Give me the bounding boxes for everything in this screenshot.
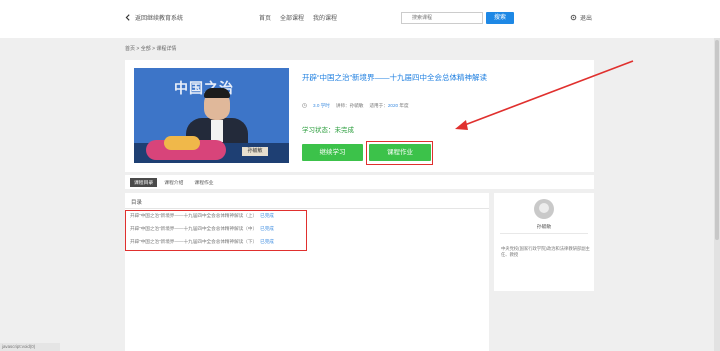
tab-homework[interactable]: 课程作业 [190, 178, 217, 187]
year-suffix: 年度 [399, 103, 409, 108]
breadcrumb[interactable]: 首页 > 全部 > 课程详情 [125, 45, 176, 52]
main-nav: 首页 全部课程 我的课程 [259, 13, 337, 22]
nav-all-courses[interactable]: 全部课程 [280, 13, 304, 22]
teacher-divider [500, 233, 588, 234]
teacher-label: 讲师： [335, 103, 350, 108]
course-meta: 3.0 学时 讲师：孙毓敏 适用于：2020 年度 [302, 103, 409, 109]
teacher-description: 中央党校(国家行政学院)政治和法律教研部副主任、教授 [501, 246, 590, 257]
learning-status: 学习状态：未完成 [302, 127, 354, 134]
course-hours: 3.0 学时 [313, 103, 330, 108]
course-title: 开辟“中国之治”新境界——十九届四中全会总体精神解读 [302, 73, 487, 82]
course-tabs: 课程目录 课程介绍 课程作业 [125, 175, 594, 189]
nav-home[interactable]: 首页 [259, 13, 271, 22]
teacher-card: 孙毓敏 中央党校(国家行政学院)政治和法律教研部副主任、教授 [494, 193, 594, 291]
top-bar [0, 0, 720, 38]
nameplate: 孙毓敏 [242, 147, 268, 156]
tab-intro[interactable]: 课程介绍 [160, 178, 187, 187]
lesson-list-highlight-box [125, 210, 307, 251]
scrollbar-thumb[interactable] [715, 40, 719, 240]
course-thumbnail[interactable]: 中国之治 孙毓敏 [134, 68, 289, 163]
teacher-name: 孙毓敏 [349, 103, 364, 108]
year-value: 2020 [387, 103, 399, 108]
lecturer-shirt [211, 120, 223, 142]
catalog-title: 目录 [131, 200, 143, 206]
search-button[interactable]: 搜索 [486, 12, 514, 24]
back-icon [125, 14, 132, 21]
continue-learning-button[interactable]: 继续学习 [302, 144, 363, 161]
gear-icon [570, 14, 577, 21]
tab-catalog[interactable]: 课程目录 [130, 177, 158, 187]
catalog-divider [125, 208, 489, 209]
brand-label: 返回继续教育系统 [135, 16, 184, 22]
nav-my-courses[interactable]: 我的课程 [313, 13, 337, 22]
clock-icon [302, 103, 307, 109]
logout-button[interactable]: 退出 [570, 13, 592, 22]
flowers-accent [164, 136, 200, 150]
search-input[interactable] [401, 12, 483, 24]
homework-highlight-box [366, 141, 433, 165]
logout-label: 退出 [580, 16, 593, 22]
year-label: 适用于： [369, 103, 388, 108]
avatar [534, 199, 554, 219]
back-to-system-link[interactable]: 返回继续教育系统 [125, 13, 183, 22]
status-bar-url: javascript:void(0) [0, 343, 60, 351]
lecturer-hair [204, 88, 230, 98]
teacher-card-name: 孙毓敏 [536, 225, 552, 230]
